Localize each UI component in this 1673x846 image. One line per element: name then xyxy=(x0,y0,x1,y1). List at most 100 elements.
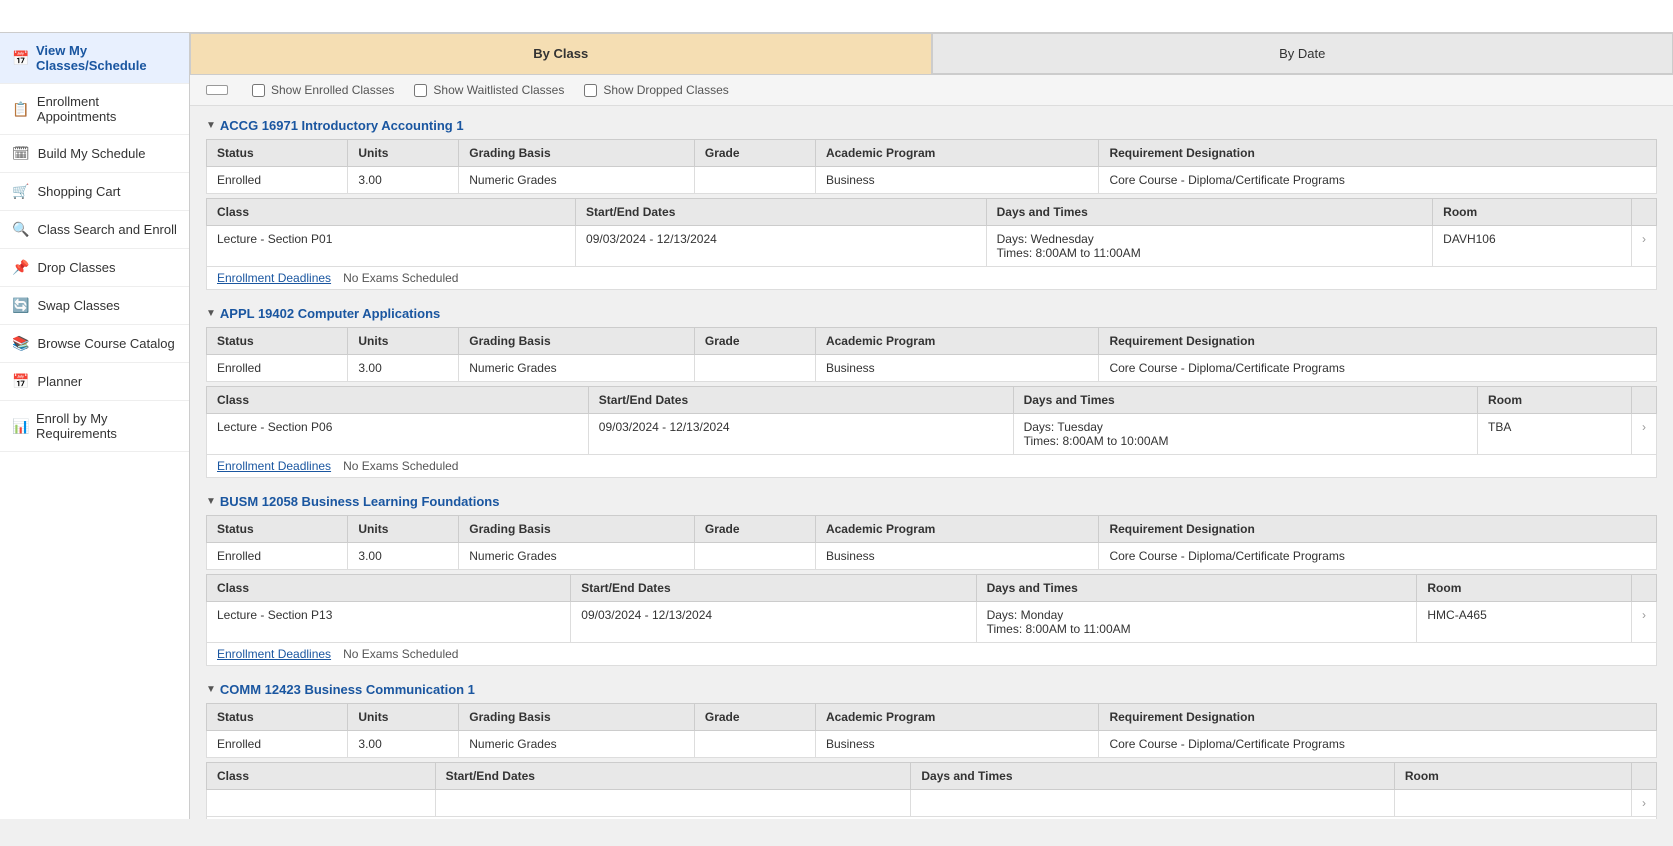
checkbox-show-enrolled[interactable]: Show Enrolled Classes xyxy=(252,83,394,97)
show-waitlisted-checkbox[interactable] xyxy=(414,84,427,97)
toolbar: Show Enrolled Classes Show Waitlisted Cla… xyxy=(190,75,1673,106)
status-row: Enrolled 3.00 Numeric Grades Business Co… xyxy=(207,355,1657,382)
class-search-enroll-icon: 🔍 xyxy=(12,221,29,238)
status-row: Enrolled 3.00 Numeric Grades Business Co… xyxy=(207,731,1657,758)
class-row[interactable]: Lecture - Section P13 09/03/2024 - 12/13… xyxy=(207,602,1657,643)
no-exams-text: No Exams Scheduled xyxy=(343,459,458,473)
sidebar-item-planner[interactable]: 📅Planner xyxy=(0,363,189,401)
room-col-header: Room xyxy=(1433,199,1632,226)
sidebar-item-drop-classes[interactable]: 📌Drop Classes xyxy=(0,249,189,287)
course-title-appl: ▼ APPL 19402 Computer Applications Statu… xyxy=(206,306,1657,478)
grading-value: Numeric Grades xyxy=(459,543,695,570)
page-term xyxy=(14,10,1659,24)
status-row: Enrolled 3.00 Numeric Grades Business Co… xyxy=(207,167,1657,194)
checkbox-show-waitlisted[interactable]: Show Waitlisted Classes xyxy=(414,83,564,97)
class-name xyxy=(207,790,436,817)
show-dropped-checkbox[interactable] xyxy=(584,84,597,97)
program-col-header: Academic Program xyxy=(815,328,1099,355)
checkbox-show-dropped[interactable]: Show Dropped Classes xyxy=(584,83,728,97)
status-table: Status Units Grading Basis Grade Academi… xyxy=(206,327,1657,382)
sidebar: 📅 View My Classes/Schedule 📋Enrollment App… xyxy=(0,33,190,819)
course-title-busm: ▼ BUSM 12058 Business Learning Foundatio… xyxy=(206,494,1657,666)
status-table: Status Units Grading Basis Grade Academi… xyxy=(206,515,1657,570)
class-row[interactable]: › xyxy=(207,790,1657,817)
sidebar-item-enroll-by-requirements[interactable]: 📊 Enroll by My Requirements xyxy=(0,401,189,452)
row-chevron-icon[interactable]: › xyxy=(1632,414,1657,455)
sidebar-item-label: View My Classes/Schedule xyxy=(36,43,177,73)
units-value: 3.00 xyxy=(348,355,459,382)
room-col-header: Room xyxy=(1478,387,1632,414)
chevron-col-header xyxy=(1632,199,1657,226)
enrollment-deadlines-link[interactable]: Enrollment Deadlines xyxy=(217,647,331,661)
class-row[interactable]: Lecture - Section P01 09/03/2024 - 12/13… xyxy=(207,226,1657,267)
sidebar-item-label: Build My Schedule xyxy=(38,146,146,161)
class-col-header: Class xyxy=(207,199,576,226)
print-button[interactable] xyxy=(206,85,228,95)
startend-col-header: Start/End Dates xyxy=(588,387,1013,414)
course-section-busm: ▼ BUSM 12058 Business Learning Foundatio… xyxy=(190,494,1673,666)
sidebar-item-build-my-schedule[interactable]: 🗓Build My Schedule xyxy=(0,135,189,173)
grading-col-header: Grading Basis xyxy=(459,704,695,731)
requirement-value: Core Course - Diploma/Certificate Progra… xyxy=(1099,167,1657,194)
course-title-comm: ▼ COMM 12423 Business Communication 1 St… xyxy=(206,682,1657,819)
tabs-bar: By ClassBy Date xyxy=(190,33,1673,75)
enrollment-deadlines-link[interactable]: Enrollment Deadlines xyxy=(217,271,331,285)
grading-col-header: Grading Basis xyxy=(459,328,695,355)
sidebar-item-swap-classes[interactable]: 🔄Swap Classes xyxy=(0,287,189,325)
grade-value xyxy=(694,543,815,570)
status-value: Enrolled xyxy=(207,167,348,194)
row-chevron-icon[interactable]: › xyxy=(1632,226,1657,267)
days-col-header: Days and Times xyxy=(976,575,1417,602)
enrollment-footer: Enrollment Deadlines No Exams Scheduled xyxy=(206,643,1657,666)
program-col-header: Academic Program xyxy=(815,140,1099,167)
course-name: ACCG 16971 Introductory Accounting 1 xyxy=(220,118,464,133)
status-value: Enrolled xyxy=(207,731,348,758)
days-col-header: Days and Times xyxy=(1013,387,1477,414)
sidebar-item-view-my-classes[interactable]: 📅 View My Classes/Schedule xyxy=(0,33,189,84)
grade-value xyxy=(694,167,815,194)
dates-value: 09/03/2024 - 12/13/2024 xyxy=(588,414,1013,455)
row-chevron-icon[interactable]: › xyxy=(1632,602,1657,643)
units-col-header: Units xyxy=(348,516,459,543)
show-enrolled-checkbox[interactable] xyxy=(252,84,265,97)
class-col-header: Class xyxy=(207,387,589,414)
startend-col-header: Start/End Dates xyxy=(571,575,976,602)
days-times-value: Days: WednesdayTimes: 8:00AM to 11:00AM xyxy=(986,226,1433,267)
course-name: APPL 19402 Computer Applications xyxy=(220,306,440,321)
row-chevron-icon[interactable]: › xyxy=(1632,790,1657,817)
status-value: Enrolled xyxy=(207,543,348,570)
grade-col-header: Grade xyxy=(694,516,815,543)
units-value: 3.00 xyxy=(348,731,459,758)
chevron-down-icon: ▼ xyxy=(206,684,216,695)
grade-col-header: Grade xyxy=(694,704,815,731)
sidebar-item-browse-course-catalog[interactable]: 📚Browse Course Catalog xyxy=(0,325,189,363)
status-table: Status Units Grading Basis Grade Academi… xyxy=(206,703,1657,758)
chevron-col-header xyxy=(1632,387,1657,414)
units-col-header: Units xyxy=(348,704,459,731)
units-value: 3.00 xyxy=(348,167,459,194)
tab-by-class[interactable]: By Class xyxy=(190,33,932,74)
startend-col-header: Start/End Dates xyxy=(435,763,911,790)
grading-value: Numeric Grades xyxy=(459,167,695,194)
enroll-by-requirements-icon: 📊 xyxy=(12,418,28,435)
status-value: Enrolled xyxy=(207,355,348,382)
grade-col-header: Grade xyxy=(694,328,815,355)
units-col-header: Units xyxy=(348,140,459,167)
shopping-cart-icon: 🛒 xyxy=(12,183,29,200)
grade-col-header: Grade xyxy=(694,140,815,167)
chevron-down-icon: ▼ xyxy=(206,120,216,131)
tab-by-date[interactable]: By Date xyxy=(932,33,1673,74)
sidebar-item-label: Enroll by My Requirements xyxy=(36,411,177,441)
sidebar-item-label: Browse Course Catalog xyxy=(37,336,174,351)
sidebar-item-enrollment-appointments[interactable]: 📋Enrollment Appointments xyxy=(0,84,189,135)
course-title-accg: ▼ ACCG 16971 Introductory Accounting 1 S… xyxy=(206,118,1657,290)
class-row[interactable]: Lecture - Section P06 09/03/2024 - 12/13… xyxy=(207,414,1657,455)
class-col-header: Class xyxy=(207,763,436,790)
status-table: Status Units Grading Basis Grade Academi… xyxy=(206,139,1657,194)
sidebar-item-shopping-cart[interactable]: 🛒Shopping Cart xyxy=(0,173,189,211)
enrollment-deadlines-link[interactable]: Enrollment Deadlines xyxy=(217,459,331,473)
units-col-header: Units xyxy=(348,328,459,355)
class-name: Lecture - Section P06 xyxy=(207,414,589,455)
sidebar-item-class-search-enroll[interactable]: 🔍Class Search and Enroll xyxy=(0,211,189,249)
view-my-classes-icon: 📅 xyxy=(12,50,28,67)
